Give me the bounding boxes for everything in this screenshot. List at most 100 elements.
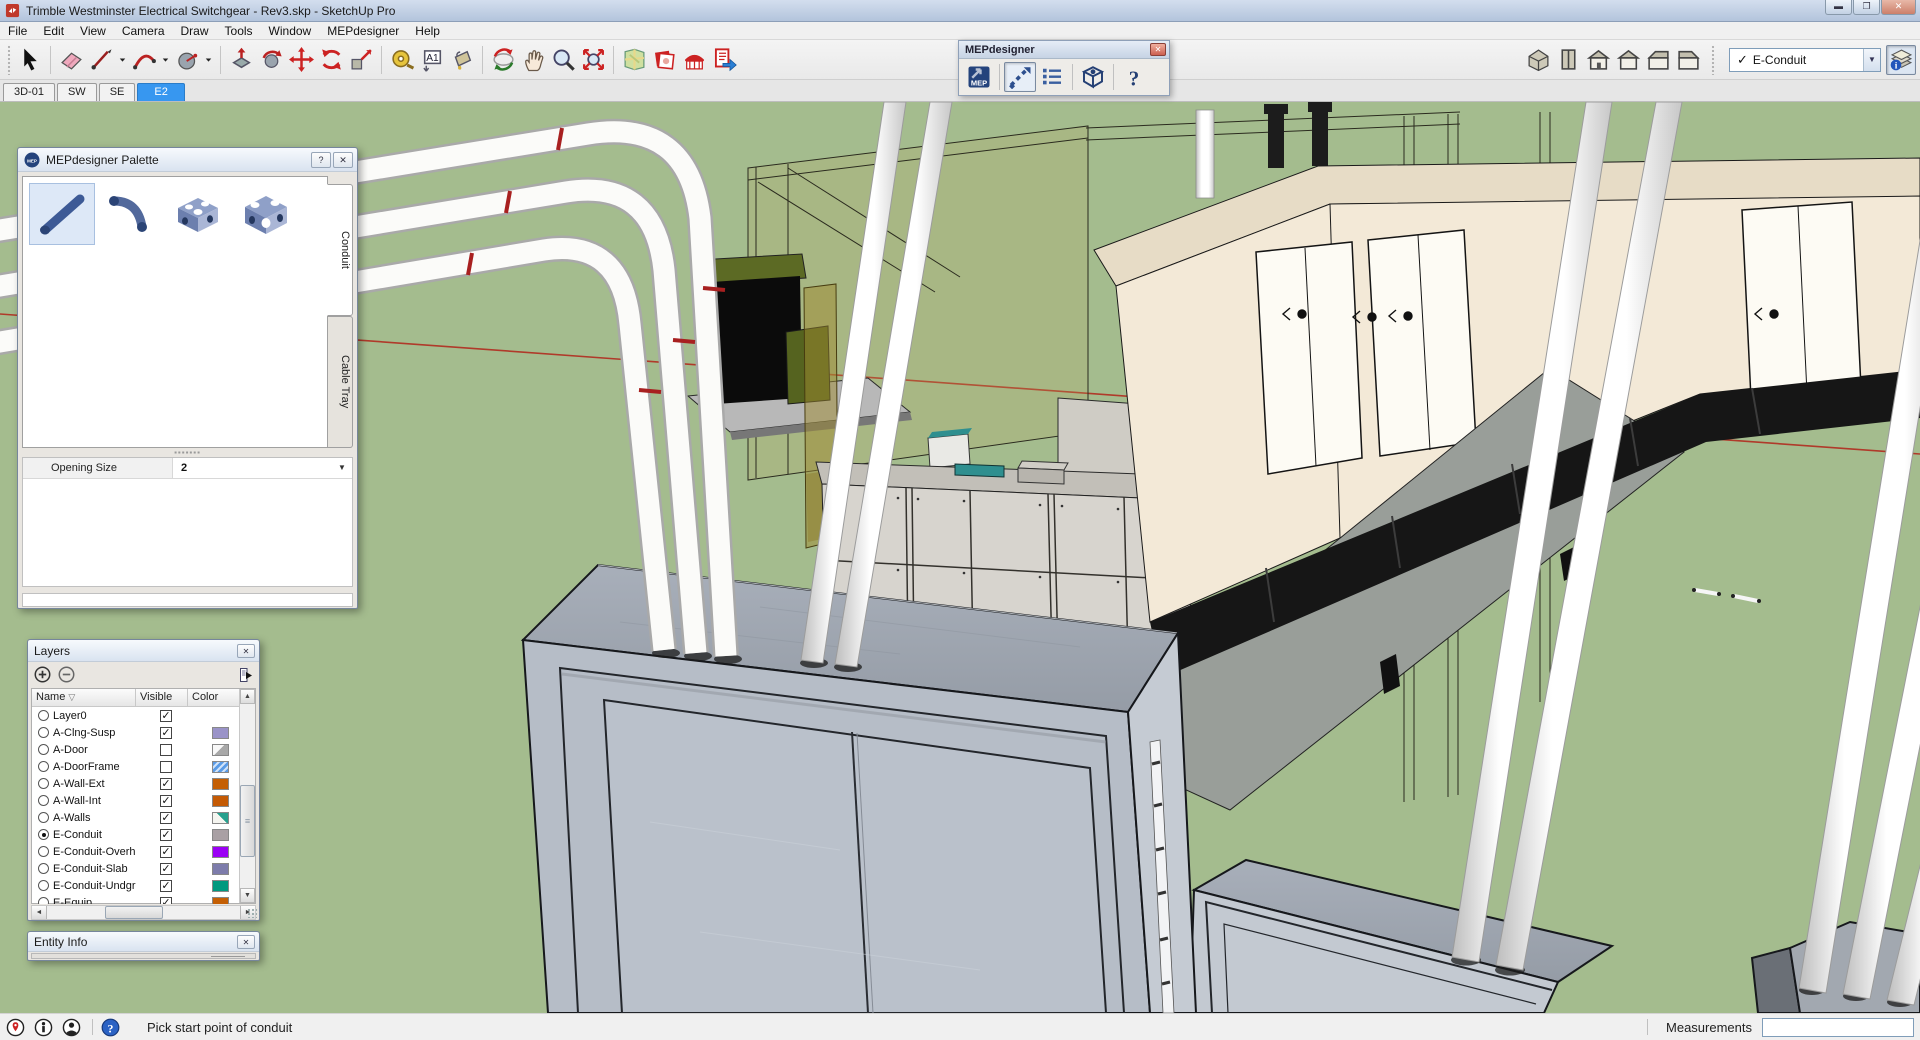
layer-visible-checkbox[interactable]: ✓ <box>160 846 172 858</box>
push-pull-tool-button[interactable] <box>226 45 256 75</box>
arc-tool-button[interactable] <box>129 45 159 75</box>
layer-color-swatch[interactable] <box>212 880 229 892</box>
layer-color-swatch[interactable] <box>212 744 229 756</box>
layer-active-radio[interactable] <box>38 812 49 823</box>
scrollbar-thumb[interactable] <box>105 906 163 919</box>
scroll-left-icon[interactable]: ◄ <box>32 906 47 919</box>
layer-active-radio[interactable] <box>38 829 49 840</box>
sign-in-icon[interactable] <box>62 1018 81 1037</box>
arc-dropdown-icon[interactable] <box>159 45 172 75</box>
select-tool-button[interactable] <box>15 45 45 75</box>
layers-close-icon[interactable]: ✕ <box>237 644 255 658</box>
pan-tool-button[interactable] <box>518 45 548 75</box>
add-location-tool-button[interactable] <box>619 45 649 75</box>
layer-active-radio[interactable] <box>38 778 49 789</box>
mep-help-button[interactable]: ? <box>1118 62 1150 92</box>
layer-visible-checkbox[interactable] <box>160 744 172 756</box>
palette-splitter[interactable]: ▪▪▪▪▪▪▪ <box>22 448 353 457</box>
circle-dropdown-icon[interactable] <box>202 45 215 75</box>
layer-color-swatch[interactable] <box>212 863 229 875</box>
scene-tab-se[interactable]: SE <box>99 83 136 101</box>
pull-box-tool[interactable] <box>233 183 299 245</box>
dropdown-arrow-icon[interactable]: ▼ <box>1863 49 1880 71</box>
layer-color-swatch[interactable] <box>212 795 229 807</box>
layer-visible-checkbox[interactable]: ✓ <box>160 795 172 807</box>
layer-row-a-wall-int[interactable]: A-Wall-Int✓ <box>32 792 255 809</box>
layers-horizontal-scrollbar[interactable]: ◄ ► <box>31 905 256 920</box>
menu-tools[interactable]: Tools <box>217 22 261 40</box>
rotate-tool-button[interactable] <box>316 45 346 75</box>
paint-bucket-tool-button[interactable] <box>447 45 477 75</box>
menu-draw[interactable]: Draw <box>173 22 217 40</box>
layer-active-radio[interactable] <box>38 710 49 721</box>
mep-home-button[interactable]: MEP <box>963 62 995 92</box>
layer-row-layer0[interactable]: Layer0✓ <box>32 707 255 724</box>
tab-conduit[interactable]: Conduit <box>327 184 353 316</box>
scene-tab-e2[interactable]: E2 <box>137 83 184 101</box>
share-model-tool-button[interactable] <box>709 45 739 75</box>
maximize-button[interactable]: ❐ <box>1853 0 1880 15</box>
add-layer-button[interactable] <box>34 666 52 684</box>
close-button[interactable]: ✕ <box>1881 0 1916 15</box>
close-icon[interactable]: ✕ <box>1150 43 1166 56</box>
column-header-visible[interactable]: Visible <box>136 689 188 706</box>
mep-fittings-button[interactable] <box>1077 62 1109 92</box>
elbow-conduit-tool[interactable] <box>97 183 163 245</box>
straight-conduit-tool[interactable] <box>29 183 95 245</box>
resize-grip[interactable] <box>247 908 257 918</box>
layer-visible-checkbox[interactable]: ✓ <box>160 727 172 739</box>
3d-warehouse-tool-button[interactable] <box>679 45 709 75</box>
layer-row-a-wall-ext[interactable]: A-Wall-Ext✓ <box>32 775 255 792</box>
column-header-color[interactable]: Color <box>188 689 230 706</box>
opening-size-dropdown-icon[interactable]: ▼ <box>332 458 352 478</box>
photo-textures-tool-button[interactable] <box>649 45 679 75</box>
menu-help[interactable]: Help <box>407 22 448 40</box>
palette-titlebar[interactable]: MEP MEPdesigner Palette ? ✕ <box>18 148 357 172</box>
active-layer-dropdown[interactable]: ✓ E-Conduit ▼ <box>1729 48 1881 72</box>
menu-window[interactable]: Window <box>261 22 320 40</box>
entity-info-close-icon[interactable]: ✕ <box>237 935 255 949</box>
front-view-button[interactable] <box>1583 45 1613 75</box>
scrollbar-thumb[interactable] <box>240 785 255 857</box>
menu-camera[interactable]: Camera <box>114 22 173 40</box>
toolbar-grip[interactable] <box>7 45 12 75</box>
scale-tool-button[interactable] <box>346 45 376 75</box>
palette-close-icon[interactable]: ✕ <box>333 152 353 168</box>
layer-visible-checkbox[interactable]: ✓ <box>160 863 172 875</box>
entity-info-titlebar[interactable]: Entity Info ✕ <box>28 932 259 952</box>
circle-tool-button[interactable] <box>172 45 202 75</box>
palette-help-icon[interactable]: ? <box>311 152 331 168</box>
layer-color-swatch[interactable] <box>212 812 229 824</box>
layer-row-a-walls[interactable]: A-Walls✓ <box>32 809 255 826</box>
scroll-up-icon[interactable]: ▲ <box>240 689 255 704</box>
layer-color-swatch[interactable] <box>212 846 229 858</box>
line-dropdown-icon[interactable] <box>116 45 129 75</box>
toolbar-grip[interactable] <box>1711 45 1716 75</box>
layers-titlebar[interactable]: Layers ✕ <box>28 640 259 662</box>
layer-row-a-door[interactable]: A-Door <box>32 741 255 758</box>
layer-visible-checkbox[interactable]: ✓ <box>160 812 172 824</box>
layer-row-e-conduit-undgroun[interactable]: E-Conduit-Undgroun✓ <box>32 877 255 894</box>
layer-active-radio[interactable] <box>38 795 49 806</box>
top-view-button[interactable] <box>1553 45 1583 75</box>
layer-row-a-doorframe[interactable]: A-DoorFrame <box>32 758 255 775</box>
draw-conduit-button[interactable] <box>1004 62 1036 92</box>
back-view-button[interactable] <box>1613 45 1643 75</box>
column-header-name[interactable]: Name ▽ <box>32 689 136 706</box>
mepdesigner-toolbar-titlebar[interactable]: MEPdesigner ✕ <box>959 41 1169 59</box>
geolocation-icon[interactable] <box>6 1018 25 1037</box>
mep-list-button[interactable] <box>1036 62 1068 92</box>
orbit-tool-button[interactable] <box>488 45 518 75</box>
layer-color-swatch[interactable] <box>212 829 229 841</box>
menu-view[interactable]: View <box>72 22 114 40</box>
move-tool-button[interactable] <box>286 45 316 75</box>
opening-size-value[interactable]: 2 <box>173 458 332 478</box>
layer-manager-button[interactable]: i <box>1886 45 1916 75</box>
remove-layer-button[interactable] <box>58 666 76 684</box>
layer-visible-checkbox[interactable] <box>160 761 172 773</box>
tab-cable-tray[interactable]: Cable Tray <box>328 316 353 448</box>
layer-active-radio[interactable] <box>38 846 49 857</box>
layer-visible-checkbox[interactable]: ✓ <box>160 897 172 905</box>
layer-active-radio[interactable] <box>38 863 49 874</box>
layer-color-swatch[interactable] <box>212 727 229 739</box>
